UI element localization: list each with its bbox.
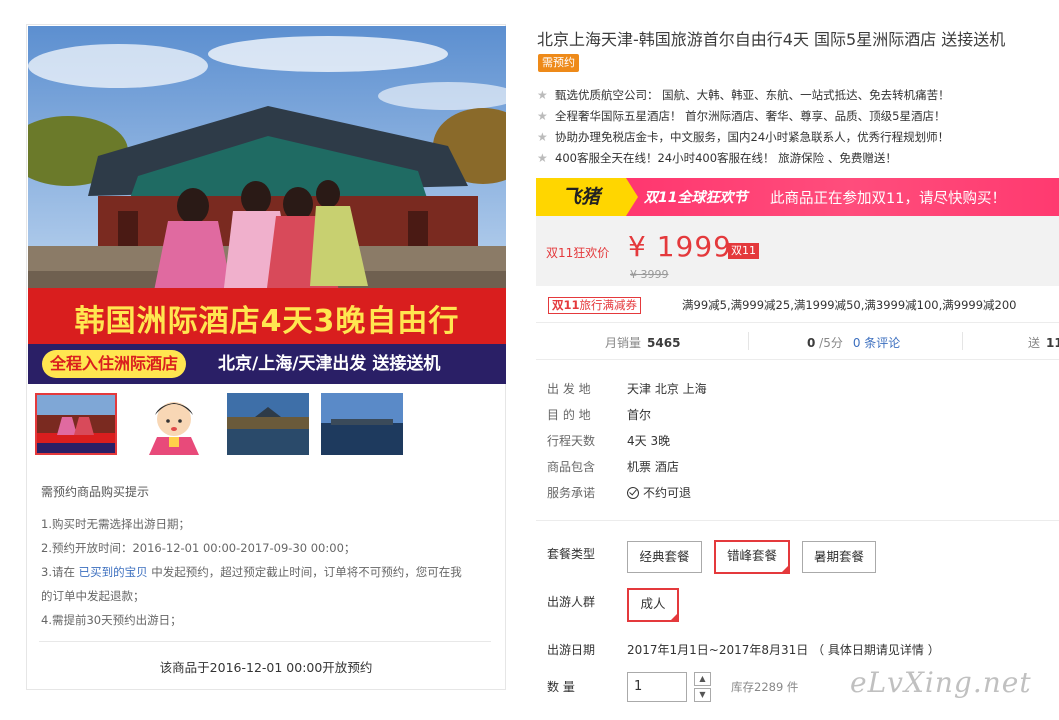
stat-divider <box>748 332 749 350</box>
stats-row: 月销量5465 0 /5分0 条评论 送11 <box>536 322 1059 360</box>
package-option-offpeak[interactable]: 错峰套餐 <box>714 540 790 574</box>
check-circle-icon <box>627 487 639 499</box>
double11-price-tag: 双11 <box>728 243 759 259</box>
tips-divider <box>39 641 491 642</box>
traveler-type-label: 出游人群 <box>547 595 596 609</box>
open-notice: 该商品于2016-12-01 00:00开放预约 <box>159 660 373 675</box>
double11-promo-banner[interactable]: 飞猪 双11全球狂欢节 此商品正在参加双11，请尽快购买！ <box>536 178 1059 216</box>
price-box: 双11狂欢价 ¥ 1999 双11 ¥ 3999 <box>536 216 1059 286</box>
coupon-label: 旅行满减券 <box>579 298 638 312</box>
feature-item: ★ 全程奢华国际五星酒店！ 首尔洲际酒店、奢华、尊享、品质、顶级5星酒店！ <box>537 106 950 127</box>
presale-badge: 需预约 <box>538 54 579 72</box>
package-type-label: 套餐类型 <box>547 547 596 561</box>
feature-item: ★ 协助办理免税店金卡，中文服务，国内24小时紧急联系人，优秀行程规划师！ <box>537 127 950 148</box>
tips-line-1: 1.购买时无需选择出游日期； <box>41 517 190 531</box>
tips-line-3-prefix: 3.请在 <box>41 565 79 579</box>
banner-blue-strip: 全程入住洲际酒店 北京/上海/天津出发 送接送机 <box>28 344 506 384</box>
purchased-items-link[interactable]: 已买到的宝贝 <box>79 565 148 579</box>
feature-item: ★ 甄选优质航空公司： 国航、大韩、韩亚、东航、一站式抵达、免去转机痛苦！ <box>537 85 950 106</box>
quantity-label: 数 量 <box>547 680 575 694</box>
tips-line-3-cont: 的订单中发起退款； <box>41 589 145 603</box>
fliggy-logo: 飞猪 <box>536 178 626 216</box>
banner-headline: 韩国洲际酒店4天3晚自由行 <box>74 304 460 339</box>
package-option-summer[interactable]: 暑期套餐 <box>802 541 876 573</box>
monthly-sales: 月销量 5465 <box>605 336 681 350</box>
star-icon: ★ <box>537 151 548 165</box>
double11-logo: 双11全球狂欢节 <box>644 190 748 206</box>
attr-label: 出 发 地 <box>547 382 591 396</box>
purchase-tips: 需预约商品购买提示 1.购买时无需选择出游日期； 2.预约开放时间：2016-1… <box>41 483 493 632</box>
main-product-image[interactable]: 韩国洲际酒店4天3晚自由行 全程入住洲际酒店 北京/上海/天津出发 送接送机 <box>28 26 506 384</box>
banner-subline: 北京/上海/天津出发 送接送机 <box>218 354 441 374</box>
attr-label: 行程天数 <box>547 434 596 448</box>
price-label: 双11狂欢价 <box>546 246 610 260</box>
attr-label: 目 的 地 <box>547 408 591 422</box>
star-icon: ★ <box>537 88 548 102</box>
quantity-increase-icon[interactable]: ▲ <box>694 672 711 686</box>
thumbnail-2[interactable] <box>133 393 215 455</box>
thumbnail-1[interactable] <box>35 393 117 455</box>
attr-value: 不约可退 <box>627 484 691 501</box>
attr-value: 首尔 <box>627 408 652 422</box>
traveler-option-adult[interactable]: 成人 <box>627 588 679 622</box>
thumbnail-4[interactable] <box>321 393 403 455</box>
points-value: 11 <box>1046 336 1059 350</box>
thumbnail-3[interactable] <box>227 393 309 455</box>
coupon-brand: 双11 <box>552 298 580 312</box>
section-divider <box>536 520 1059 521</box>
price-value: ¥ 1999 <box>628 230 732 263</box>
banner-pill: 全程入住洲际酒店 <box>42 350 187 378</box>
reviews-link[interactable]: 0 条评论 <box>853 336 900 350</box>
star-icon: ★ <box>537 109 548 123</box>
stock-count: 库存2289 件 <box>731 680 799 694</box>
banner-red-strip: 韩国洲际酒店4天3晚自由行 <box>28 288 506 344</box>
feature-item: ★ 400客服全天在线！24小时400客服在线！ 旅游保险 、免费赠送！ <box>537 148 950 169</box>
star-icon: ★ <box>537 130 548 144</box>
site-watermark: eLvXing.net <box>850 666 1032 699</box>
tips-line-4: 4.需提前30天预约出游日； <box>41 613 182 627</box>
tips-line-3-suffix: 中发起预约，超过预定截止时间，订单将不可预约，您可在我 <box>147 565 462 579</box>
travel-date-label: 出游日期 <box>547 643 596 657</box>
quantity-input[interactable]: 1 <box>627 672 687 702</box>
quantity-decrease-icon[interactable]: ▼ <box>694 688 711 702</box>
coupon-detail: 满99减5,满999减25,满1999减50,满3999减100,满9999减2… <box>682 298 1017 312</box>
original-price: ¥ 3999 <box>630 268 669 281</box>
product-gallery-panel: 韩国洲际酒店4天3晚自由行 全程入住洲际酒店 北京/上海/天津出发 送接送机 需… <box>26 24 506 690</box>
fliggy-arrow <box>626 178 638 216</box>
attr-label: 商品包含 <box>547 460 596 474</box>
attr-value: 4天 3晚 <box>627 434 671 448</box>
attr-label: 服务承诺 <box>547 486 596 500</box>
tips-line-2: 2.预约开放时间：2016-12-01 00:00-2017-09-30 00:… <box>41 541 356 555</box>
travel-date-value: 2017年1月1日~2017年8月31日 （ 具体日期请见详情 ） <box>627 643 940 657</box>
package-option-classic[interactable]: 经典套餐 <box>627 541 702 573</box>
attr-value: 机票 酒店 <box>627 460 679 474</box>
rating-suffix: /5分 <box>815 336 843 350</box>
coupon-badge[interactable]: 双11旅行满减券 <box>548 297 642 314</box>
product-title: 北京上海天津-韩国旅游首尔自由行4天 国际5星洲际酒店 送接送机 <box>537 30 1006 49</box>
rating: 0 /5分 0 条评论 <box>807 334 900 351</box>
tips-title: 需预约商品购买提示 <box>41 485 150 499</box>
stat-divider <box>962 332 963 350</box>
promo-message: 此商品正在参加双11，请尽快购买！ <box>770 191 1006 207</box>
attr-value: 天津 北京 上海 <box>627 382 707 396</box>
tips-line-3: 3.请在 已买到的宝贝 中发起预约，超过预定截止时间，订单将不可预约，您可在我 <box>41 560 493 584</box>
feature-list: ★ 甄选优质航空公司： 国航、大韩、韩亚、东航、一站式抵达、免去转机痛苦！ ★ 全程… <box>537 85 950 169</box>
monthly-sales-value: 5465 <box>647 336 681 350</box>
points: 送11 <box>1028 334 1059 351</box>
